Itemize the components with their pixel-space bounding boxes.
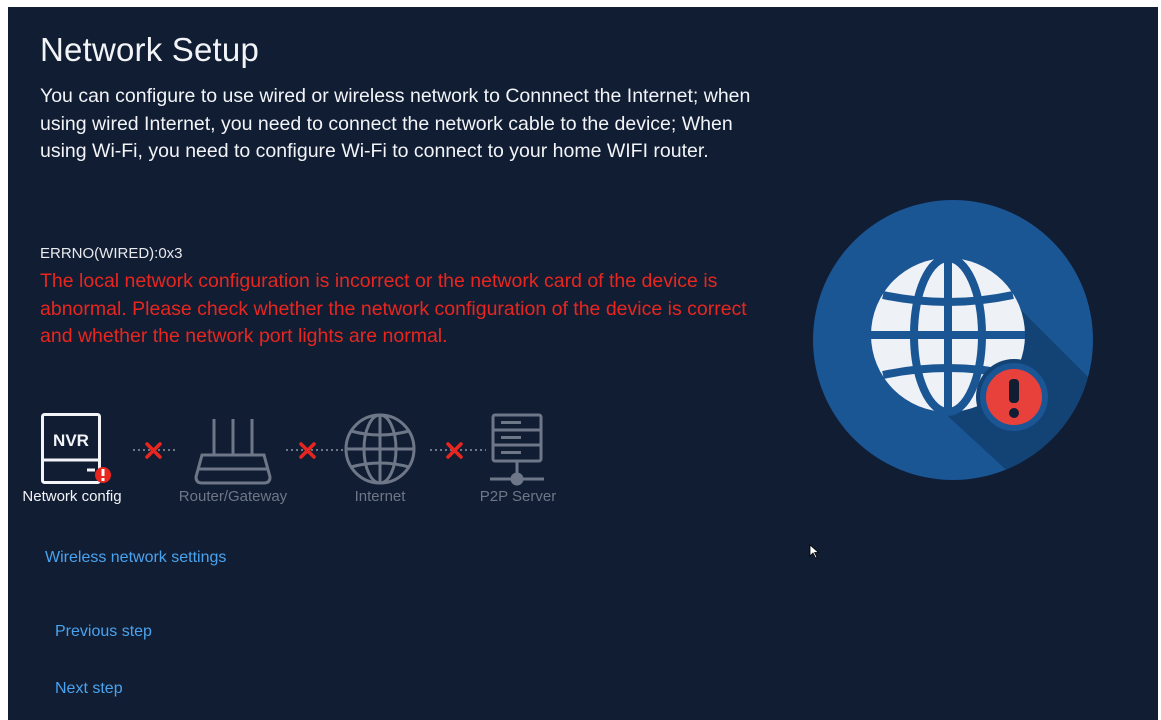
globe-icon: [344, 413, 416, 485]
link-1-failed-icon: [133, 442, 178, 459]
link-3-failed-icon: [430, 442, 486, 459]
mouse-cursor-icon: [809, 544, 820, 559]
next-step-button[interactable]: Next step: [55, 680, 123, 698]
error-code: ERRNO(WIRED):0x3: [40, 245, 183, 262]
link-2-failed-icon: [286, 442, 346, 459]
node-label-router-gateway: Router/Gateway: [178, 488, 288, 505]
node-label-p2p-server: P2P Server: [479, 488, 557, 505]
node-label-internet: Internet: [354, 488, 406, 505]
router-icon: [194, 419, 272, 485]
page-description: You can configure to use wired or wirele…: [40, 85, 751, 162]
nvr-icon-text: NVR: [53, 431, 89, 450]
connection-diagram: NVR Network config Router/Gateway Intern…: [8, 407, 608, 517]
node-label-network-config: Network config: [22, 488, 122, 505]
page-title: Network Setup: [40, 31, 260, 68]
previous-step-button[interactable]: Previous step: [55, 623, 152, 641]
network-status-illustration: [808, 197, 1098, 487]
globe-warning-icon: [813, 200, 1093, 480]
nvr-error-badge-icon: [95, 467, 111, 483]
error-message: The local network configuration is incor…: [40, 270, 747, 347]
server-icon: [490, 413, 544, 486]
wireless-network-settings-link[interactable]: Wireless network settings: [45, 549, 226, 567]
nvr-icon: NVR: [41, 413, 101, 484]
network-setup-screen: Network Setup You can configure to use w…: [8, 7, 1158, 720]
